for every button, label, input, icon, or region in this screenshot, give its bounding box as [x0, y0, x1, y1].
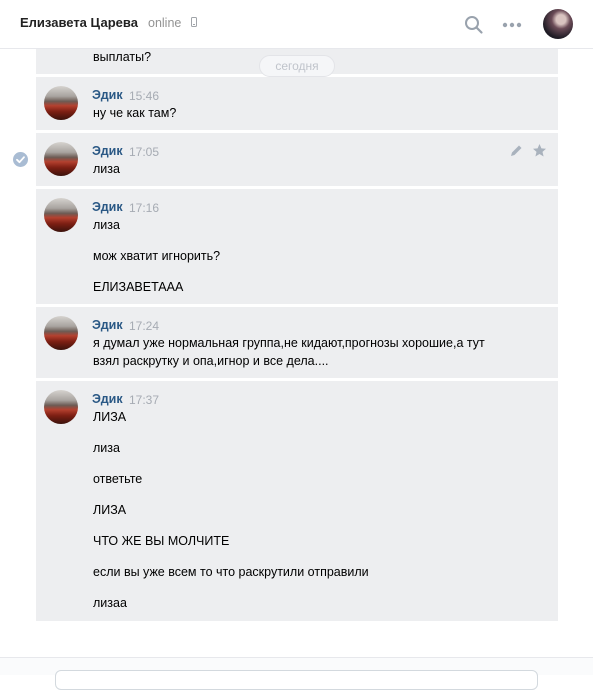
message-text: лиза — [93, 441, 120, 455]
date-separator: сегодня — [259, 55, 335, 77]
edit-icon[interactable] — [509, 144, 523, 158]
message-text: ответьте — [93, 472, 143, 486]
message-time[interactable]: 17:05 — [129, 145, 159, 159]
message-block[interactable]: Эдик 17:24 я думал уже нормальная группа… — [36, 307, 558, 378]
message-block[interactable]: Эдик 17:37 ЛИЗА лиза ответьте ЛИЗА ЧТО Ж… — [36, 381, 558, 621]
message-text: лизаа — [93, 596, 127, 610]
author-name[interactable]: Эдик — [92, 392, 123, 406]
star-icon[interactable] — [532, 143, 547, 158]
message-feed: выплаты? сегодня Эдик 15:46 ну че как та… — [0, 48, 593, 622]
message-time[interactable]: 15:46 — [129, 89, 159, 103]
message-text: мож хватит игнорить? — [93, 249, 221, 263]
message-time[interactable]: 17:37 — [129, 393, 159, 407]
message-text: ЕЛИЗАВЕТААА — [93, 280, 184, 294]
message-block[interactable]: Эдик 17:16 лиза мож хватит игнорить? ЕЛИ… — [36, 189, 558, 304]
search-icon[interactable] — [463, 14, 485, 36]
message-text: взял раскрутку и опа,игнор и все дела...… — [93, 354, 329, 368]
message-input[interactable] — [55, 670, 538, 690]
message-text: выплаты? — [93, 50, 152, 64]
composer — [0, 657, 593, 690]
message-time[interactable]: 17:24 — [129, 319, 159, 333]
chat-header: Елизавета Царева online — [0, 0, 593, 49]
author-avatar[interactable] — [44, 198, 78, 232]
more-icon[interactable] — [501, 14, 525, 36]
message-text: лиза — [93, 162, 120, 176]
phone-icon — [191, 17, 197, 27]
online-status: online — [148, 16, 182, 30]
message-text: ЧТО ЖЕ ВЫ МОЛЧИТЕ — [93, 534, 230, 548]
author-name[interactable]: Эдик — [92, 318, 123, 332]
message-time[interactable]: 17:16 — [129, 201, 159, 215]
author-avatar[interactable] — [44, 142, 78, 176]
message-text: если вы уже всем то что раскрутили отпра… — [93, 565, 369, 579]
author-avatar[interactable] — [44, 86, 78, 120]
message-block[interactable]: Эдик 15:46 ну че как там? — [36, 77, 558, 130]
author-avatar[interactable] — [44, 390, 78, 424]
author-name[interactable]: Эдик — [92, 144, 123, 158]
contact-avatar[interactable] — [543, 9, 573, 39]
author-name[interactable]: Эдик — [92, 88, 123, 102]
message-text: ЛИЗА — [93, 410, 127, 424]
message-text: ну че как там? — [93, 106, 177, 120]
message-text: лиза — [93, 218, 120, 232]
selected-check-icon[interactable] — [13, 152, 28, 167]
message-text: ЛИЗА — [93, 503, 127, 517]
message-text: я думал уже нормальная группа,не кидают,… — [93, 336, 485, 350]
author-avatar[interactable] — [44, 316, 78, 350]
message-block[interactable]: Эдик 17:05 лиза — [36, 133, 558, 186]
contact-name[interactable]: Елизавета Царева — [20, 15, 138, 30]
author-name[interactable]: Эдик — [92, 200, 123, 214]
